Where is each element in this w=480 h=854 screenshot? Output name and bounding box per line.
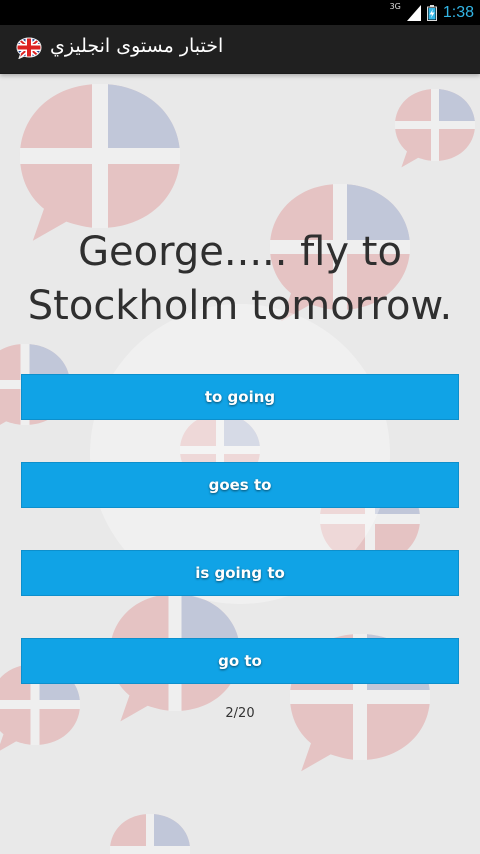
status-icons: 3G 1:38 xyxy=(390,0,474,25)
question-text: George..... fly to Stockholm tomorrow. xyxy=(27,229,453,329)
signal-bars-icon xyxy=(406,4,421,21)
answer-button-2[interactable]: goes to xyxy=(21,462,459,508)
status-bar: 3G 1:38 xyxy=(0,0,480,25)
uk-flag-icon[interactable] xyxy=(16,37,42,59)
network-type-label: 3G xyxy=(389,2,401,11)
app-title: اختبار مستوى انجليزي xyxy=(50,35,224,57)
answer-button-3[interactable]: is going to xyxy=(21,550,459,596)
clock: 1:38 xyxy=(442,3,474,21)
battery-charging-icon xyxy=(426,4,437,21)
action-bar: اختبار مستوى انجليزي xyxy=(0,25,480,74)
answer-button-1[interactable]: to going xyxy=(21,374,459,420)
question-progress: 2/20 xyxy=(225,706,255,721)
answer-button-4[interactable]: go to xyxy=(21,638,459,684)
